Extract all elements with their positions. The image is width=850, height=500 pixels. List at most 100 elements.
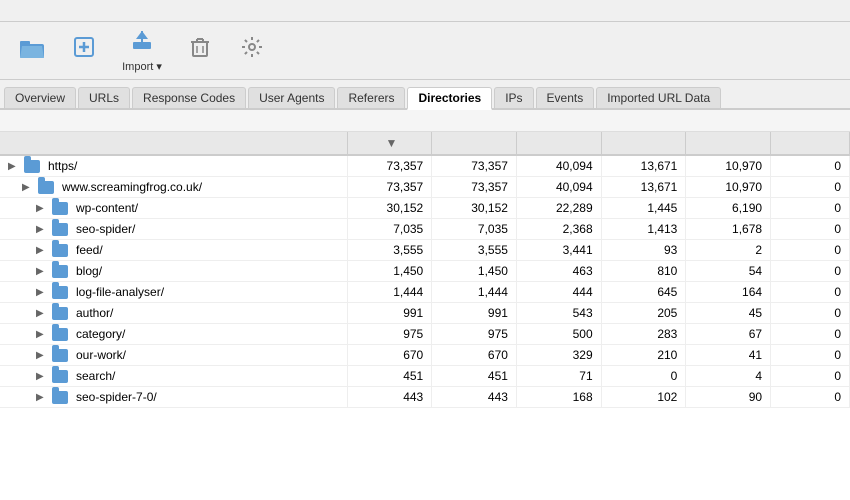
folder-icon xyxy=(52,202,68,215)
cell-allBots: 670 xyxy=(432,345,517,366)
cell-numEvents: 991 xyxy=(347,303,432,324)
cell-allBots: 1,444 xyxy=(432,282,517,303)
delete-button[interactable] xyxy=(176,26,224,76)
expand-icon[interactable]: ▶ xyxy=(36,203,48,214)
cell-allBots: 975 xyxy=(432,324,517,345)
menu-help[interactable] xyxy=(38,9,54,13)
import-button[interactable]: Import ▾ xyxy=(112,26,172,76)
cell-numEvents: 73,357 xyxy=(347,155,432,177)
col-path[interactable] xyxy=(0,132,347,155)
cell-goog: 0 xyxy=(771,261,850,282)
cell-allBots: 991 xyxy=(432,303,517,324)
folder-icon xyxy=(52,286,68,299)
cell-googlebotSmartphone: 45 xyxy=(686,303,771,324)
expand-icon[interactable]: ▶ xyxy=(36,266,48,277)
cell-numEvents: 451 xyxy=(347,366,432,387)
tab-urls[interactable]: URLs xyxy=(78,87,130,108)
col-googlebot[interactable] xyxy=(516,132,601,155)
col-bingbot[interactable] xyxy=(601,132,686,155)
cell-googlebot: 463 xyxy=(516,261,601,282)
expand-icon[interactable]: ▶ xyxy=(36,371,48,382)
tab-response-codes[interactable]: Response Codes xyxy=(132,87,246,108)
path-text: https/ xyxy=(48,159,77,173)
folder-icon xyxy=(52,223,68,236)
path-text: blog/ xyxy=(76,264,102,278)
cell-googlebotSmartphone: 90 xyxy=(686,387,771,408)
table-row[interactable]: ▶ seo-spider-7-0/ 443443168102900 xyxy=(0,387,850,408)
expand-icon[interactable]: ▶ xyxy=(36,392,48,403)
expand-icon[interactable]: ▶ xyxy=(36,287,48,298)
table-row[interactable]: ▶ author/ 991991543205450 xyxy=(0,303,850,324)
menu-project[interactable] xyxy=(6,9,22,13)
cell-goog: 0 xyxy=(771,345,850,366)
cell-bingbot: 1,413 xyxy=(601,219,686,240)
folder-icon xyxy=(52,307,68,320)
expand-icon[interactable]: ▶ xyxy=(36,224,48,235)
table-row[interactable]: ▶ blog/ 1,4501,450463810540 xyxy=(0,261,850,282)
path-text: search/ xyxy=(76,369,115,383)
folder-icon xyxy=(52,265,68,278)
filter-bar xyxy=(0,110,850,132)
table-row[interactable]: ▶ category/ 975975500283670 xyxy=(0,324,850,345)
cell-numEvents: 73,357 xyxy=(347,177,432,198)
tab-referers[interactable]: Referers xyxy=(337,87,405,108)
cell-googlebot: 444 xyxy=(516,282,601,303)
col-goog[interactable] xyxy=(771,132,850,155)
expand-icon[interactable]: ▶ xyxy=(36,329,48,340)
path-text: category/ xyxy=(76,327,125,341)
expand-icon[interactable]: ▶ xyxy=(8,161,20,172)
table-row[interactable]: ▶ www.screamingfrog.co.uk/ 73,35773,3574… xyxy=(0,177,850,198)
cell-allBots: 73,357 xyxy=(432,177,517,198)
expand-icon[interactable]: ▶ xyxy=(36,350,48,361)
table-row[interactable]: ▶ seo-spider/ 7,0357,0352,3681,4131,6780 xyxy=(0,219,850,240)
tab-ips[interactable]: IPs xyxy=(494,87,533,108)
col-googlebot-smartphone[interactable] xyxy=(686,132,771,155)
cell-numEvents: 670 xyxy=(347,345,432,366)
cell-bingbot: 645 xyxy=(601,282,686,303)
folder-icon xyxy=(52,391,68,404)
table-row[interactable]: ▶ search/ 45145171040 xyxy=(0,366,850,387)
folder-icon xyxy=(52,328,68,341)
cell-googlebotSmartphone: 10,970 xyxy=(686,155,771,177)
tab-user-agents[interactable]: User Agents xyxy=(248,87,335,108)
menubar xyxy=(0,0,850,22)
expand-icon[interactable]: ▶ xyxy=(22,182,34,193)
col-all-bots[interactable] xyxy=(432,132,517,155)
tab-events[interactable]: Events xyxy=(536,87,595,108)
cell-googlebotSmartphone: 54 xyxy=(686,261,771,282)
cell-allBots: 451 xyxy=(432,366,517,387)
cell-googlebot: 168 xyxy=(516,387,601,408)
tab-imported-url-data[interactable]: Imported URL Data xyxy=(596,87,721,108)
open-button[interactable] xyxy=(8,26,56,76)
expand-icon[interactable]: ▶ xyxy=(36,245,48,256)
new-button[interactable] xyxy=(60,26,108,76)
tabbar: OverviewURLsResponse CodesUser AgentsRef… xyxy=(0,80,850,110)
import-icon xyxy=(130,28,154,58)
table-row[interactable]: ▶ https/ 73,35773,35740,09413,67110,9700 xyxy=(0,155,850,177)
path-text: our-work/ xyxy=(76,348,126,362)
table-container[interactable]: ▼ xyxy=(0,132,850,500)
cell-goog: 0 xyxy=(771,387,850,408)
path-text: author/ xyxy=(76,306,113,320)
cell-allBots: 30,152 xyxy=(432,198,517,219)
cell-numEvents: 443 xyxy=(347,387,432,408)
table-row[interactable]: ▶ our-work/ 670670329210410 xyxy=(0,345,850,366)
menu-licence[interactable] xyxy=(22,9,38,13)
table-row[interactable]: ▶ feed/ 3,5553,5553,4419320 xyxy=(0,240,850,261)
settings-button[interactable] xyxy=(228,26,276,76)
cell-goog: 0 xyxy=(771,366,850,387)
cell-googlebotSmartphone: 1,678 xyxy=(686,219,771,240)
cell-bingbot: 810 xyxy=(601,261,686,282)
table-row[interactable]: ▶ wp-content/ 30,15230,15222,2891,4456,1… xyxy=(0,198,850,219)
tab-overview[interactable]: Overview xyxy=(4,87,76,108)
cell-bingbot: 0 xyxy=(601,366,686,387)
cell-googlebotSmartphone: 4 xyxy=(686,366,771,387)
table-row[interactable]: ▶ log-file-analyser/ 1,4441,444444645164… xyxy=(0,282,850,303)
col-num-events[interactable]: ▼ xyxy=(347,132,432,155)
tab-directories[interactable]: Directories xyxy=(407,87,492,110)
cell-allBots: 7,035 xyxy=(432,219,517,240)
cell-bingbot: 13,671 xyxy=(601,155,686,177)
expand-icon[interactable]: ▶ xyxy=(36,308,48,319)
cell-goog: 0 xyxy=(771,219,850,240)
cell-bingbot: 1,445 xyxy=(601,198,686,219)
